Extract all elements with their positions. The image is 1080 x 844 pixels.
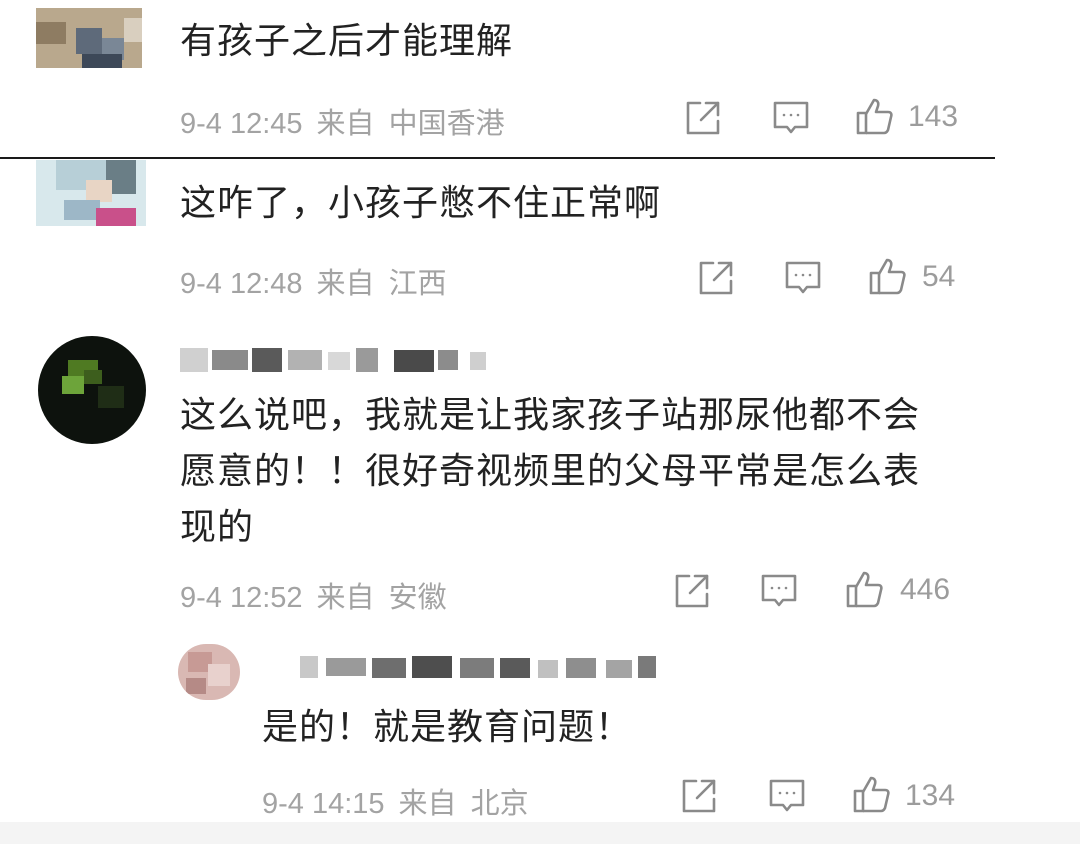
avatar[interactable] xyxy=(36,160,146,226)
comment-text: 这咋了，小孩子憋不住正常啊 xyxy=(180,183,662,224)
divider xyxy=(0,157,995,159)
thumbs-up-icon[interactable] xyxy=(868,256,908,296)
comment-date: 9-4 12:52 xyxy=(180,582,303,614)
username-blurred[interactable] xyxy=(180,344,500,376)
comment-location: 中国香港 xyxy=(388,108,505,140)
comment-date: 9-4 12:45 xyxy=(180,108,303,140)
reply-text: 是的！就是教育问题！ xyxy=(262,707,633,748)
like-count: 446 xyxy=(900,573,951,606)
comment-icon[interactable] xyxy=(772,99,810,137)
comment-location: 安徽 xyxy=(388,582,447,614)
share-icon[interactable] xyxy=(684,99,722,137)
comment-meta: 9-4 12:45 来自 中国香港 xyxy=(180,100,505,142)
reply-meta: 9-4 14:15 来自 北京 xyxy=(262,780,529,822)
comment-location: 江西 xyxy=(388,268,447,300)
comment-meta: 9-4 12:52 来自 安徽 xyxy=(180,574,447,616)
like-count: 143 xyxy=(908,100,959,133)
reply-date: 9-4 14:15 xyxy=(262,788,385,820)
comment-icon[interactable] xyxy=(784,259,822,297)
comment-icon[interactable] xyxy=(760,572,798,610)
share-icon[interactable] xyxy=(673,572,711,610)
comment-meta: 9-4 12:48 来自 江西 xyxy=(180,260,447,302)
bottom-bar xyxy=(0,822,1080,844)
comment-from: 来自 xyxy=(316,582,375,614)
avatar[interactable] xyxy=(36,8,142,68)
share-icon[interactable] xyxy=(697,259,735,297)
thumbs-up-icon[interactable] xyxy=(845,569,885,609)
comment-from: 来自 xyxy=(316,268,375,300)
avatar[interactable] xyxy=(38,336,146,444)
thumbs-up-icon[interactable] xyxy=(852,774,892,814)
like-count: 54 xyxy=(922,260,956,293)
like-count: 134 xyxy=(905,779,956,812)
username-blurred[interactable] xyxy=(300,650,660,682)
avatar[interactable] xyxy=(178,644,240,700)
reply-from: 来自 xyxy=(398,788,457,820)
reply-location: 北京 xyxy=(470,788,529,820)
comment-icon[interactable] xyxy=(768,777,806,815)
comment-text: 这么说吧，我就是让我家孩子站那尿他都不会 愿意的！！很好奇视频里的父母平常是怎么… xyxy=(180,395,921,548)
share-icon[interactable] xyxy=(680,777,718,815)
comment-from: 来自 xyxy=(316,108,375,140)
comment-text: 有孩子之后才能理解 xyxy=(180,21,514,62)
thumbs-up-icon[interactable] xyxy=(855,96,895,136)
comment-date: 9-4 12:48 xyxy=(180,268,303,300)
